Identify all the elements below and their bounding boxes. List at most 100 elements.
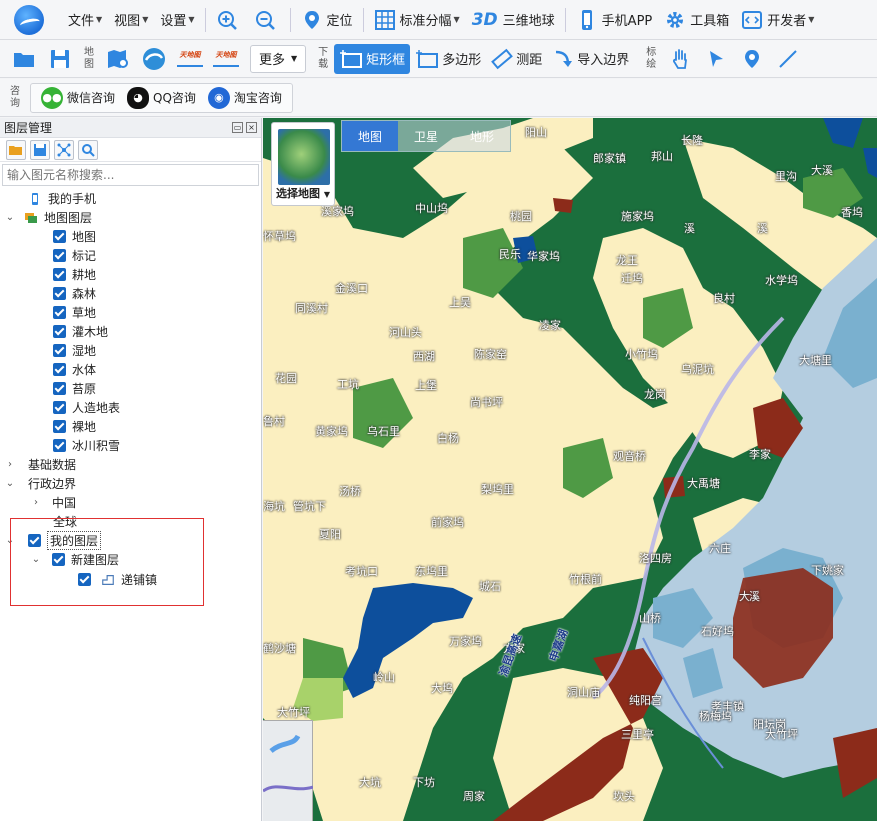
layer-checkbox[interactable] (53, 249, 66, 262)
import-boundary-button[interactable]: 导入边界 (547, 44, 634, 74)
zoom-out-button[interactable] (248, 5, 286, 35)
chevron-right-icon[interactable]: › (4, 459, 16, 470)
layer-item[interactable]: 湿地 (53, 341, 96, 360)
layer-checkbox[interactable] (53, 344, 66, 357)
open-folder-icon[interactable] (6, 139, 26, 160)
layer-label: 苔原 (72, 382, 97, 396)
select-button[interactable] (698, 44, 734, 74)
chevron-down-icon[interactable]: ⌄ (4, 478, 16, 489)
layer-item[interactable]: 裸地 (53, 417, 96, 436)
locate-button[interactable]: 定位 (295, 5, 359, 35)
map-chooser[interactable]: 选择地图 ▼ (271, 122, 335, 206)
layer-checkbox[interactable] (53, 401, 66, 414)
save-icon[interactable] (30, 139, 50, 160)
menu-view[interactable]: 视图 ▼ (108, 5, 154, 35)
layer-checkbox[interactable] (53, 382, 66, 395)
globe-button[interactable]: 3D 三维地球 (466, 5, 561, 35)
tree-item-my-phone[interactable]: 我的手机 (28, 189, 96, 208)
map-chooser-label: 选择地图 ▼ (272, 185, 334, 201)
map-place-label: 阳山 (525, 126, 547, 139)
tree-item-admin-boundary[interactable]: ⌄ 行政边界 (4, 474, 76, 493)
layer-item[interactable]: 草地 (53, 303, 96, 322)
layer-item[interactable]: 森林 (53, 284, 96, 303)
wechat-consult-button[interactable]: ●● 微信咨询 (35, 86, 121, 109)
layer-checkbox[interactable] (53, 287, 66, 300)
map-place-label: 同溪村 (295, 302, 328, 315)
save-button[interactable] (42, 44, 78, 74)
map-place-label: 良村 (713, 292, 735, 305)
map-place-label: 金溪口 (335, 282, 368, 295)
network-icon[interactable] (54, 139, 74, 160)
layer-checkbox[interactable] (53, 268, 66, 281)
developer-button[interactable]: 开发者 ▼ (735, 5, 820, 35)
tab-terrain[interactable]: 地形 (454, 121, 510, 151)
chevron-down-icon[interactable]: ⌄ (4, 212, 16, 223)
divider (289, 7, 291, 32)
layer-checkbox[interactable] (53, 325, 66, 338)
tianditu-logo-button[interactable] (136, 44, 172, 74)
menu-file[interactable]: 文件 ▼ (62, 5, 108, 35)
tree-item-base-data[interactable]: › 基础数据 (4, 455, 76, 474)
map-place-label: 龙岗 (644, 388, 666, 401)
layer-item[interactable]: 标记 (53, 246, 96, 265)
layer-checkbox[interactable] (53, 306, 66, 319)
mobile-app-button[interactable]: 手机APP (570, 5, 659, 35)
pointer-icon (710, 50, 724, 67)
map-place-label: 西湖 (413, 350, 435, 363)
layer-checkbox[interactable] (53, 363, 66, 376)
map-place-label: 李家 (749, 448, 771, 461)
layer-checkbox[interactable] (53, 439, 66, 452)
map-place-label: 民乐 (499, 248, 521, 261)
measure-button[interactable]: 测距 (486, 44, 547, 74)
map-settings-button[interactable] (100, 44, 136, 74)
tianditu-source-1[interactable]: 天地图 (172, 44, 208, 74)
layer-panel: 图层管理 ▭ × 我的手机 ⌄ 地图图层 地图 标记 耕地 森林 草地 灌木地 … (0, 118, 262, 821)
more-button[interactable]: 更多 ▼ (250, 44, 307, 73)
chevron-right-icon[interactable]: › (30, 497, 42, 508)
map-chooser-text: 选择地图 (276, 187, 320, 200)
measure-label: 测距 (516, 53, 543, 68)
marker-button[interactable] (734, 44, 770, 74)
zoom-in-button[interactable] (210, 5, 248, 35)
map-canvas[interactable]: 阳山 郎家镇 邦山 长隆 里沟 大溪 香坞 溪家坞 中山坞 怀草坞 桃园 施家坞溪溪民乐 华家坞 龙王 迁坞… (263, 118, 877, 821)
layer-search-input[interactable] (7, 168, 254, 182)
map-place-label: 下姚家 (811, 564, 844, 577)
tree-item-china[interactable]: › 中国 (30, 493, 76, 512)
layer-search-field[interactable] (2, 164, 259, 186)
zoom-in-icon (217, 10, 237, 30)
layers-icon (25, 212, 37, 223)
tab-satellite[interactable]: 卫星 (398, 121, 454, 151)
layer-item[interactable]: 人造地表 (53, 398, 120, 417)
overview-map[interactable] (263, 720, 313, 821)
map-pin-icon (745, 49, 760, 68)
layer-label: 人造地表 (72, 401, 121, 415)
open-button[interactable] (6, 44, 42, 74)
layer-checkbox[interactable] (53, 420, 66, 433)
map-place-label: 华家坞 (527, 250, 560, 263)
qq-consult-button[interactable]: ◕ QQ咨询 (121, 86, 202, 109)
pan-button[interactable] (662, 44, 698, 74)
layer-item[interactable]: 灌木地 (53, 322, 108, 341)
float-panel-icon[interactable]: ▭ (232, 122, 243, 133)
map-place-label: 大竹坪 (765, 728, 798, 741)
layer-item[interactable]: 苔原 (53, 379, 96, 398)
divider (564, 7, 566, 32)
rect-select-button[interactable]: 矩形框 (334, 43, 411, 74)
tree-item-map-layers[interactable]: ⌄ 地图图层 (4, 208, 92, 227)
layer-item[interactable]: 水体 (53, 360, 96, 379)
overview-map-image (263, 734, 313, 793)
close-icon[interactable]: × (246, 122, 257, 133)
layer-item[interactable]: 冰川积雪 (53, 436, 120, 455)
taobao-consult-button[interactable]: ◉ 淘宝咨询 (202, 86, 288, 109)
tianditu-source-2[interactable]: 天地图 (208, 44, 244, 74)
polygon-button[interactable]: 多边形 (410, 44, 486, 74)
grid-button[interactable]: 标准分幅 ▼ (368, 5, 466, 35)
tab-map[interactable]: 地图 (342, 121, 398, 151)
search-icon[interactable] (78, 139, 98, 160)
layer-checkbox[interactable] (53, 230, 66, 243)
menu-settings[interactable]: 设置 ▼ (154, 5, 200, 35)
line-button[interactable] (770, 44, 806, 74)
toolbox-button[interactable]: 工具箱 (658, 5, 735, 35)
layer-item[interactable]: 耕地 (53, 265, 96, 284)
layer-item[interactable]: 地图 (53, 227, 96, 246)
